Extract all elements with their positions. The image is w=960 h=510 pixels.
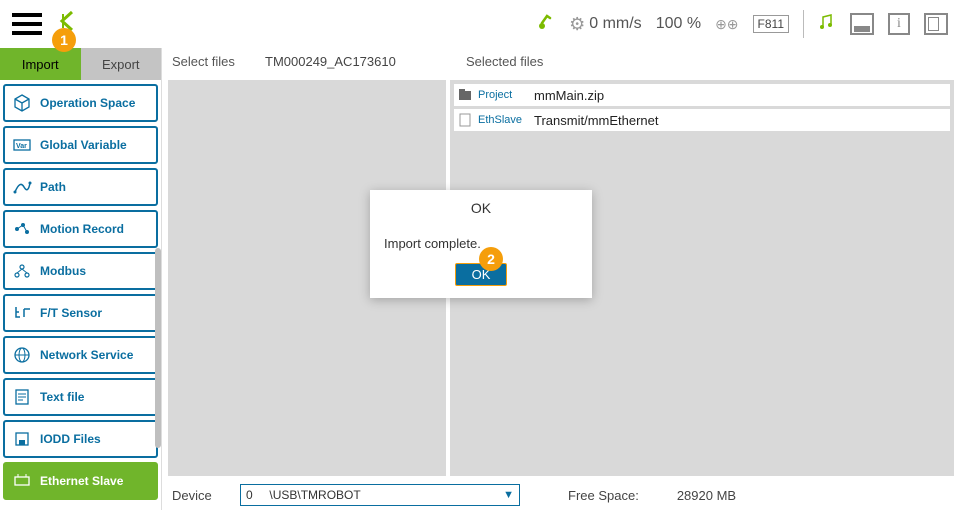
sidebar-item-network-service[interactable]: Network Service <box>3 336 158 374</box>
sidebar-item-modbus[interactable]: Modbus <box>3 252 158 290</box>
callout-1: 1 <box>52 28 76 52</box>
sidebar-list: Operation Space Var Global Variable Path… <box>0 80 161 510</box>
info-icon[interactable]: i <box>888 13 910 35</box>
divider <box>803 10 804 38</box>
device-path: \USB\TMROBOT <box>269 488 360 502</box>
globe-icon <box>11 344 33 366</box>
selected-files-label: Selected files <box>456 48 960 75</box>
sidebar-item-operation-space[interactable]: Operation Space <box>3 84 158 122</box>
selected-file-row[interactable]: Project mmMain.zip <box>454 84 950 106</box>
sidebar-item-label: IODD Files <box>40 432 101 446</box>
import-complete-dialog: OK Import complete. 2 OK <box>370 190 592 298</box>
sidebar-item-motion-record[interactable]: Motion Record <box>3 210 158 248</box>
selected-file-row[interactable]: EthSlave Transmit/mmEthernet <box>454 109 950 131</box>
speed-readout: ⚙ 0 mm/s <box>569 14 642 35</box>
ethernet-icon <box>11 470 33 492</box>
menu-button[interactable] <box>6 4 46 44</box>
sidebar-item-label: F/T Sensor <box>40 306 102 320</box>
modbus-icon <box>11 260 33 282</box>
sidebar-item-ethernet-slave[interactable]: Ethernet Slave <box>3 462 158 500</box>
robot-mode-icon <box>535 11 555 37</box>
record-icon <box>11 218 33 240</box>
sidebar-item-iodd-files[interactable]: IODD Files <box>3 420 158 458</box>
file-name: mmMain.zip <box>534 88 604 103</box>
free-space-value: 28920 MB <box>677 488 736 503</box>
file-type: Project <box>478 89 528 101</box>
sensor-icon <box>11 302 33 324</box>
speed-icon: ⚙ <box>569 14 585 35</box>
folder-name: TM000249_AC173610 <box>257 48 456 78</box>
textfile-icon <box>11 386 33 408</box>
panel-icon-2[interactable] <box>924 13 948 35</box>
error-code-badge[interactable]: F811 <box>753 15 789 33</box>
ethslave-file-icon <box>458 113 472 127</box>
connection-icon[interactable] <box>818 13 836 36</box>
percent-readout: 100 % <box>656 15 701 33</box>
iodd-icon <box>11 428 33 450</box>
sidebar-item-label: Global Variable <box>40 138 127 152</box>
speed-value: 0 mm/s <box>589 15 641 33</box>
free-space-label: Free Space: <box>568 488 639 503</box>
device-select[interactable]: 0 \USB\TMROBOT ▼ <box>240 484 520 506</box>
sidebar-item-ft-sensor[interactable]: F/T Sensor <box>3 294 158 332</box>
tab-import[interactable]: Import <box>0 48 81 80</box>
sidebar-item-label: Motion Record <box>40 222 124 236</box>
sidebar-item-label: Path <box>40 180 66 194</box>
sidebar-scrollbar[interactable] <box>155 248 161 448</box>
sidebar-item-label: Operation Space <box>40 96 135 110</box>
dialog-title: OK <box>370 190 592 236</box>
file-name: Transmit/mmEthernet <box>534 113 659 128</box>
svg-text:Var: Var <box>16 143 27 150</box>
tab-export[interactable]: Export <box>81 48 162 80</box>
sidebar-item-global-variable[interactable]: Var Global Variable <box>3 126 158 164</box>
callout-2: 2 <box>479 247 503 271</box>
cube-icon <box>11 92 33 114</box>
sidebar-item-text-file[interactable]: Text file <box>3 378 158 416</box>
path-icon <box>11 176 33 198</box>
sidebar-item-label: Ethernet Slave <box>40 474 123 488</box>
device-label: Device <box>172 488 232 503</box>
link-icon: ⊕⊕ <box>715 16 738 33</box>
sidebar-item-label: Modbus <box>40 264 86 278</box>
sidebar-item-label: Network Service <box>40 348 133 362</box>
file-type: EthSlave <box>478 114 528 126</box>
sidebar-item-path[interactable]: Path <box>3 168 158 206</box>
sidebar-item-label: Text file <box>40 390 84 404</box>
select-files-label: Select files <box>162 48 257 78</box>
var-icon: Var <box>11 134 33 156</box>
project-file-icon <box>458 88 472 102</box>
device-index: 0 <box>246 488 253 502</box>
dropdown-arrow-icon: ▼ <box>503 489 514 501</box>
panel-icon-1[interactable] <box>850 13 874 35</box>
